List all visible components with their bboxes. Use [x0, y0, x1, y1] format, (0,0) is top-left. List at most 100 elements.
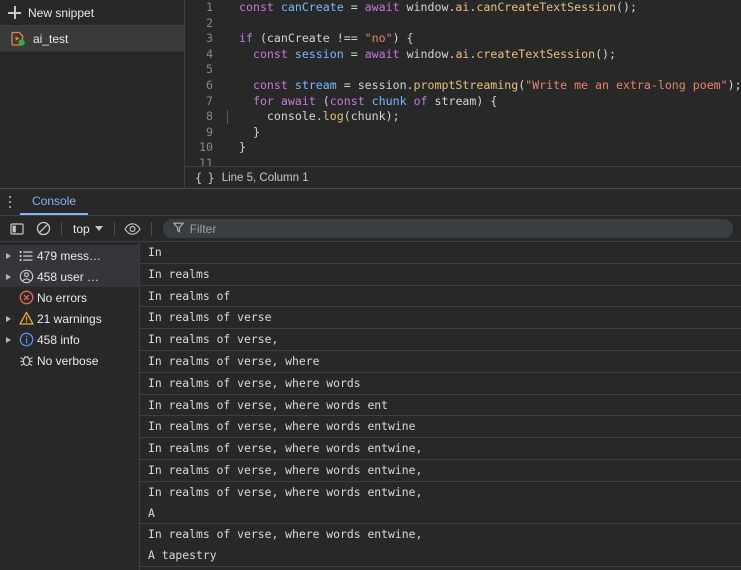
code-line[interactable]: 11 [185, 156, 741, 166]
snippet-item-label: ai_test [33, 31, 69, 46]
token-pln [288, 78, 295, 92]
console-message[interactable]: In realms of verse, where words entwine,… [140, 524, 741, 567]
token-kw: const [252, 46, 288, 61]
token-var: canCreate [280, 0, 344, 14]
console-message[interactable]: In realms of verse [140, 307, 741, 330]
code-line[interactable]: 9 } [185, 125, 741, 141]
token-pln [288, 47, 295, 61]
console-toolbar: top Filter [0, 216, 741, 242]
line-gutter [221, 156, 239, 166]
token-kw: const [239, 0, 274, 14]
code-line[interactable]: 8 console.log(chunk); [185, 109, 741, 125]
line-gutter [221, 109, 239, 125]
new-snippet-button[interactable]: New snippet [0, 0, 184, 26]
console-sidebar-item-label: 458 user … [37, 269, 100, 284]
token-pln: ); [727, 77, 741, 92]
code-editor[interactable]: 1 const canCreate = await window.ai.canCr… [185, 0, 741, 188]
line-number: 7 [206, 93, 213, 108]
token-prop: promptStreaming [413, 77, 519, 92]
token-pln: = session. [336, 77, 414, 92]
sources-panel: New snippet ai_test 1 const canCreate = a… [0, 0, 741, 188]
token-prop: log [322, 109, 344, 124]
token-pln [239, 47, 253, 61]
token-kw: if [239, 31, 253, 46]
new-snippet-label: New snippet [28, 5, 95, 20]
token-pln: stream) { [427, 93, 498, 108]
code-line[interactable]: 2 [185, 16, 741, 32]
expand-arrow-icon[interactable] [2, 336, 15, 343]
console-messages-list[interactable]: In In realms In realms of In realms of vers… [140, 242, 741, 570]
token-pln: ) { [392, 31, 414, 46]
line-gutter [221, 62, 239, 78]
console-message[interactable]: In realms [140, 264, 741, 286]
line-gutter [221, 31, 239, 47]
line-number: 10 [199, 140, 213, 155]
line-gutter [221, 16, 239, 32]
line-gutter [221, 78, 239, 94]
tab-console[interactable]: Console [20, 189, 89, 215]
console-sidebar-item[interactable]: No errors [0, 287, 139, 308]
console-message[interactable]: In realms of verse, [140, 329, 741, 351]
console-message[interactable]: In realms of verse, where words entwine,… [140, 482, 741, 525]
console-filter-input[interactable]: Filter [162, 219, 733, 238]
chevron-down-icon [94, 226, 103, 231]
expand-arrow-icon[interactable] [2, 315, 15, 322]
token-prop: createTextSession [476, 46, 596, 61]
line-gutter [221, 47, 239, 63]
console-sidebar-item[interactable]: 458 user … [0, 266, 139, 287]
code-line[interactable]: 1 const canCreate = await window.ai.canCr… [185, 0, 741, 16]
code-line[interactable]: 3 if (canCreate !== "no") { [185, 31, 741, 47]
console-message[interactable]: In realms of verse, where words entwine, [140, 460, 741, 482]
console-sidebar-toggle-icon[interactable] [4, 218, 30, 240]
console-sidebar[interactable]: 479 mess… 458 user … No errors 21 warnings 4… [0, 242, 140, 570]
token-pln: = [343, 46, 365, 61]
token-pln: (); [595, 46, 617, 61]
console-message[interactable]: In realms of verse, where words ent [140, 395, 741, 417]
code-line[interactable]: 7 for await (const chunk of stream) { [185, 94, 741, 110]
token-pln: window. [399, 46, 456, 61]
token-str: "Write me an extra-long poem" [525, 77, 728, 92]
console-sidebar-item[interactable]: No verbose [0, 350, 139, 371]
console-message[interactable]: In realms of [140, 286, 741, 308]
clear-console-icon[interactable] [30, 218, 56, 240]
code-line[interactable]: 10} [185, 140, 741, 156]
eye-icon[interactable] [120, 218, 146, 240]
line-number: 5 [206, 62, 213, 77]
list-messages-icon [15, 249, 37, 263]
console-message[interactable]: In realms of verse, where words entwine [140, 416, 741, 439]
code-line[interactable]: 6 const stream = session.promptStreaming… [185, 78, 741, 94]
console-message[interactable]: In realms of verse, where words [140, 373, 741, 395]
toolbar-divider-2 [113, 221, 115, 236]
execution-context-selector[interactable]: top [67, 219, 109, 239]
token-kw: await [364, 0, 400, 14]
verbose-bug-icon [15, 353, 37, 368]
execution-context-label: top [73, 221, 90, 236]
code-line[interactable]: 5 [185, 62, 741, 78]
code-line[interactable]: 4 const session = await window.ai.create… [185, 47, 741, 63]
devtools-window: New snippet ai_test 1 const canCreate = a… [0, 0, 741, 570]
pretty-print-braces-icon[interactable]: { } [195, 171, 215, 185]
code-lines-container[interactable]: 1 const canCreate = await window.ai.canCr… [185, 0, 741, 166]
expand-arrow-icon[interactable] [2, 252, 15, 259]
console-message[interactable]: In realms of verse, where words entwine, [140, 438, 741, 460]
console-sidebar-item[interactable]: 479 mess… [0, 245, 139, 266]
token-pln: (chunk); [343, 109, 400, 124]
console-message[interactable]: In [140, 242, 741, 264]
token-kw: await [280, 93, 316, 108]
token-prop: ai [455, 46, 470, 61]
console-sidebar-item[interactable]: 458 info [0, 329, 139, 350]
token-var: stream [294, 77, 337, 92]
token-pln: console. [239, 109, 323, 124]
expand-arrow-icon[interactable] [2, 273, 15, 280]
snippets-sidebar: New snippet ai_test [0, 0, 185, 188]
more-options-icon[interactable] [0, 189, 20, 215]
tab-console-label: Console [32, 194, 77, 208]
error-circle-icon [15, 290, 37, 305]
token-kw: await [364, 46, 400, 61]
token-prop: ai [455, 0, 470, 14]
console-sidebar-item[interactable]: 21 warnings [0, 308, 139, 329]
line-source: } [239, 140, 246, 156]
line-source: for await (const chunk of stream) { [239, 94, 497, 110]
console-message[interactable]: In realms of verse, where [140, 351, 741, 373]
snippet-item-ai_test[interactable]: ai_test [0, 26, 184, 52]
